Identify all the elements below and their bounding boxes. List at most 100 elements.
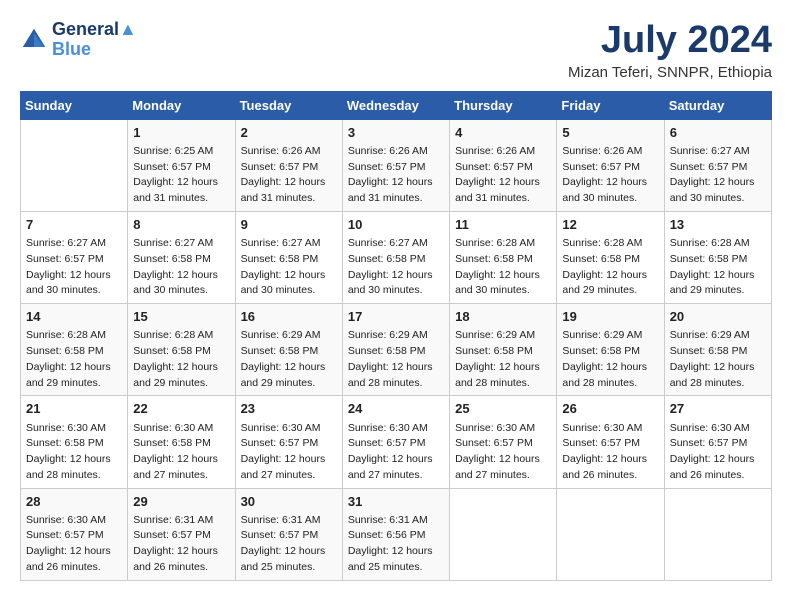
calendar-cell: 12 Sunrise: 6:28 AM Sunset: 6:58 PM Dayli… <box>557 211 664 303</box>
day-info: Sunrise: 6:26 AM Sunset: 6:57 PM Dayligh… <box>241 144 337 207</box>
day-number: 24 <box>348 400 444 418</box>
weekday-header: Thursday <box>450 91 557 119</box>
logo-icon <box>20 26 48 54</box>
weekday-header: Monday <box>128 91 235 119</box>
day-info: Sunrise: 6:27 AM Sunset: 6:57 PM Dayligh… <box>26 236 122 299</box>
logo: General▲ Blue <box>20 20 137 60</box>
calendar-cell: 9Sunrise: 6:27 AM Sunset: 6:58 PM Daylig… <box>235 211 342 303</box>
calendar-cell: 15Sunrise: 6:28 AM Sunset: 6:58 PM Dayli… <box>128 304 235 396</box>
day-number: 14 <box>26 308 122 326</box>
day-info: Sunrise: 6:30 AM Sunset: 6:57 PM Dayligh… <box>241 421 337 484</box>
calendar-cell: 24Sunrise: 6:30 AM Sunset: 6:57 PM Dayli… <box>342 396 449 488</box>
weekday-header: Sunday <box>21 91 128 119</box>
day-number: 16 <box>241 308 337 326</box>
day-info: Sunrise: 6:29 AM Sunset: 6:58 PM Dayligh… <box>241 328 337 391</box>
calendar-cell <box>21 119 128 211</box>
weekday-header: Wednesday <box>342 91 449 119</box>
day-info: Sunrise: 6:29 AM Sunset: 6:58 PM Dayligh… <box>348 328 444 391</box>
calendar-cell: 10Sunrise: 6:27 AM Sunset: 6:58 PM Dayli… <box>342 211 449 303</box>
day-number: 9 <box>241 216 337 234</box>
day-info: Sunrise: 6:31 AM Sunset: 6:56 PM Dayligh… <box>348 513 444 576</box>
weekday-header: Tuesday <box>235 91 342 119</box>
day-number: 13 <box>670 216 766 234</box>
calendar-week-row: 28Sunrise: 6:30 AM Sunset: 6:57 PM Dayli… <box>21 488 772 580</box>
day-info: Sunrise: 6:30 AM Sunset: 6:57 PM Dayligh… <box>670 421 766 484</box>
day-number: 19 <box>562 308 658 326</box>
day-number: 5 <box>562 124 658 142</box>
calendar-week-row: 1Sunrise: 6:25 AM Sunset: 6:57 PM Daylig… <box>21 119 772 211</box>
day-number: 3 <box>348 124 444 142</box>
calendar-cell: 11Sunrise: 6:28 AM Sunset: 6:58 PM Dayli… <box>450 211 557 303</box>
logo-text: General▲ Blue <box>52 20 137 60</box>
calendar-cell: 25 Sunrise: 6:30 AM Sunset: 6:57 PM Dayli… <box>450 396 557 488</box>
weekday-header: Saturday <box>664 91 771 119</box>
calendar-cell: 6Sunrise: 6:27 AM Sunset: 6:57 PM Daylig… <box>664 119 771 211</box>
calendar-cell: 30 Sunrise: 6:31 AM Sunset: 6:57 PM Dayli… <box>235 488 342 580</box>
day-number: 21 <box>26 400 122 418</box>
calendar-cell: 28Sunrise: 6:30 AM Sunset: 6:57 PM Dayli… <box>21 488 128 580</box>
day-number: 28 <box>26 493 122 511</box>
calendar-cell <box>557 488 664 580</box>
day-number: 17 <box>348 308 444 326</box>
weekday-header: Friday <box>557 91 664 119</box>
calendar-cell: 8Sunrise: 6:27 AM Sunset: 6:58 PM Daylig… <box>128 211 235 303</box>
day-number: 6 <box>670 124 766 142</box>
calendar-cell: 21 Sunrise: 6:30 AM Sunset: 6:58 PM Dayli… <box>21 396 128 488</box>
calendar-cell <box>450 488 557 580</box>
calendar-cell: 22Sunrise: 6:30 AM Sunset: 6:58 PM Dayli… <box>128 396 235 488</box>
day-info: Sunrise: 6:26 AM Sunset: 6:57 PM Dayligh… <box>455 144 551 207</box>
day-number: 20 <box>670 308 766 326</box>
calendar-cell: 20 Sunrise: 6:29 AM Sunset: 6:58 PM Dayli… <box>664 304 771 396</box>
day-info: Sunrise: 6:30 AM Sunset: 6:58 PM Dayligh… <box>26 421 122 484</box>
day-info: Sunrise: 6:30 AM Sunset: 6:57 PM Dayligh… <box>455 421 551 484</box>
calendar-week-row: 14 Sunrise: 6:28 AM Sunset: 6:58 PM Dayli… <box>21 304 772 396</box>
calendar-cell: 17 Sunrise: 6:29 AM Sunset: 6:58 PM Dayli… <box>342 304 449 396</box>
calendar-cell: 23 Sunrise: 6:30 AM Sunset: 6:57 PM Dayli… <box>235 396 342 488</box>
month-year: July 2024 <box>568 20 772 62</box>
day-number: 12 <box>562 216 658 234</box>
calendar-cell: 29Sunrise: 6:31 AM Sunset: 6:57 PM Dayli… <box>128 488 235 580</box>
calendar-cell: 2Sunrise: 6:26 AM Sunset: 6:57 PM Daylig… <box>235 119 342 211</box>
day-number: 22 <box>133 400 229 418</box>
calendar-cell: 19 Sunrise: 6:29 AM Sunset: 6:58 PM Dayli… <box>557 304 664 396</box>
day-info: Sunrise: 6:28 AM Sunset: 6:58 PM Dayligh… <box>670 236 766 299</box>
day-info: Sunrise: 6:31 AM Sunset: 6:57 PM Dayligh… <box>241 513 337 576</box>
day-number: 26 <box>562 400 658 418</box>
day-number: 25 <box>455 400 551 418</box>
calendar-cell: 1Sunrise: 6:25 AM Sunset: 6:57 PM Daylig… <box>128 119 235 211</box>
location: Mizan Teferi, SNNPR, Ethiopia <box>568 64 772 81</box>
calendar-cell: 5 Sunrise: 6:26 AM Sunset: 6:57 PM Daylig… <box>557 119 664 211</box>
page-header: General▲ Blue July 2024 Mizan Teferi, SN… <box>20 20 772 81</box>
calendar-cell <box>664 488 771 580</box>
day-number: 27 <box>670 400 766 418</box>
day-number: 4 <box>455 124 551 142</box>
day-info: Sunrise: 6:26 AM Sunset: 6:57 PM Dayligh… <box>348 144 444 207</box>
day-info: Sunrise: 6:31 AM Sunset: 6:57 PM Dayligh… <box>133 513 229 576</box>
calendar-cell: 3 Sunrise: 6:26 AM Sunset: 6:57 PM Daylig… <box>342 119 449 211</box>
calendar-cell: 13 Sunrise: 6:28 AM Sunset: 6:58 PM Dayli… <box>664 211 771 303</box>
day-info: Sunrise: 6:30 AM Sunset: 6:57 PM Dayligh… <box>562 421 658 484</box>
day-info: Sunrise: 6:29 AM Sunset: 6:58 PM Dayligh… <box>562 328 658 391</box>
day-info: Sunrise: 6:28 AM Sunset: 6:58 PM Dayligh… <box>455 236 551 299</box>
day-number: 23 <box>241 400 337 418</box>
day-number: 7 <box>26 216 122 234</box>
calendar-cell: 18Sunrise: 6:29 AM Sunset: 6:58 PM Dayli… <box>450 304 557 396</box>
day-info: Sunrise: 6:26 AM Sunset: 6:57 PM Dayligh… <box>562 144 658 207</box>
day-info: Sunrise: 6:28 AM Sunset: 6:58 PM Dayligh… <box>562 236 658 299</box>
calendar-cell: 16 Sunrise: 6:29 AM Sunset: 6:58 PM Dayli… <box>235 304 342 396</box>
day-info: Sunrise: 6:28 AM Sunset: 6:58 PM Dayligh… <box>133 328 229 391</box>
calendar-cell: 7 Sunrise: 6:27 AM Sunset: 6:57 PM Daylig… <box>21 211 128 303</box>
calendar-header: SundayMondayTuesdayWednesdayThursdayFrid… <box>21 91 772 119</box>
day-number: 31 <box>348 493 444 511</box>
day-number: 30 <box>241 493 337 511</box>
calendar-cell: 14Sunrise: 6:28 AM Sunset: 6:58 PM Dayli… <box>21 304 128 396</box>
calendar-cell: 4 Sunrise: 6:26 AM Sunset: 6:57 PM Daylig… <box>450 119 557 211</box>
day-number: 1 <box>133 124 229 142</box>
day-info: Sunrise: 6:29 AM Sunset: 6:58 PM Dayligh… <box>455 328 551 391</box>
calendar-cell: 26 Sunrise: 6:30 AM Sunset: 6:57 PM Dayli… <box>557 396 664 488</box>
day-info: Sunrise: 6:27 AM Sunset: 6:58 PM Dayligh… <box>348 236 444 299</box>
calendar-week-row: 21 Sunrise: 6:30 AM Sunset: 6:58 PM Dayli… <box>21 396 772 488</box>
calendar-table: SundayMondayTuesdayWednesdayThursdayFrid… <box>20 91 772 581</box>
day-number: 8 <box>133 216 229 234</box>
day-info: Sunrise: 6:29 AM Sunset: 6:58 PM Dayligh… <box>670 328 766 391</box>
